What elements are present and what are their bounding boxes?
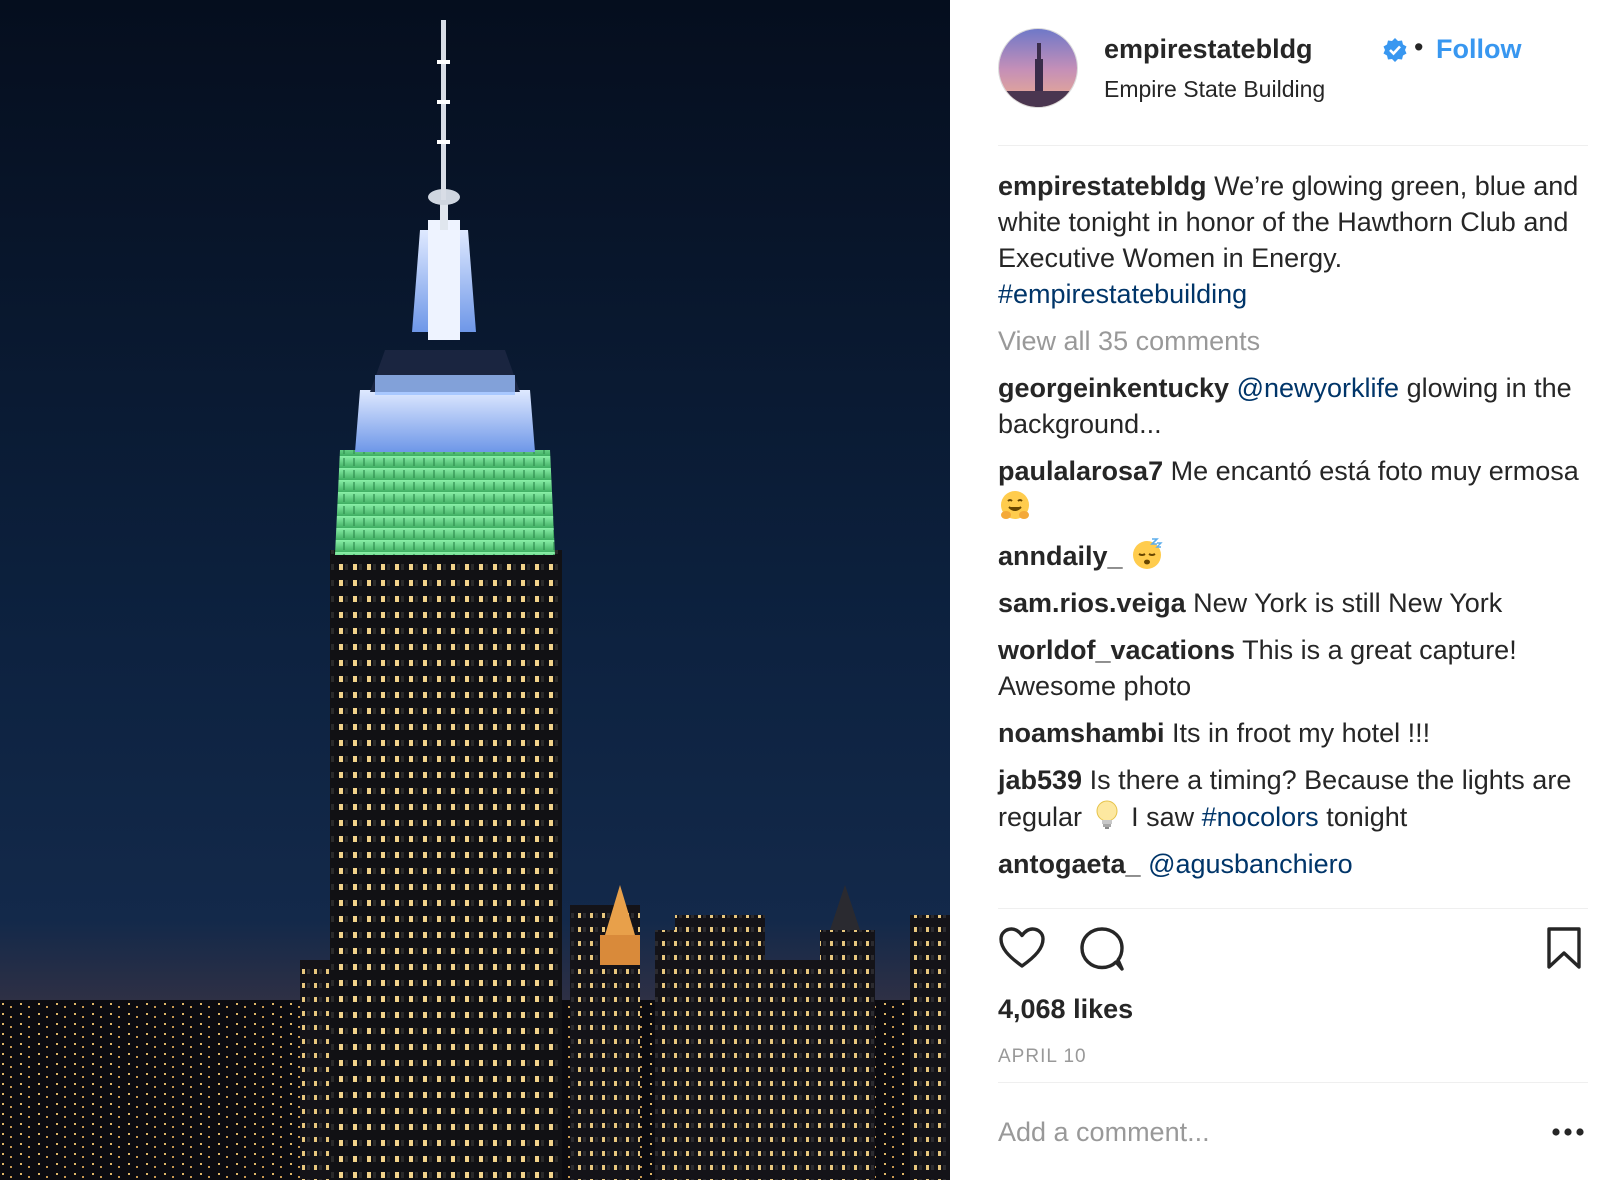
comment-username[interactable]: worldof_vacations <box>998 635 1235 665</box>
avatar[interactable] <box>998 28 1078 108</box>
comment-item: noamshambi Its in froot my hotel !!! <box>998 715 1580 751</box>
likes-count[interactable]: 4,068 likes <box>998 994 1133 1025</box>
comment-text: tonight <box>1318 802 1408 832</box>
divider <box>998 1082 1588 1083</box>
separator-dot: • <box>1414 32 1424 62</box>
divider <box>998 908 1588 909</box>
comment-username[interactable]: antogaeta_ <box>998 849 1141 879</box>
comment-text: I saw <box>1131 802 1202 832</box>
bookmark-icon[interactable] <box>1546 926 1582 970</box>
comment-item: worldof_vacations This is a great captur… <box>998 632 1580 704</box>
caption: empirestatebldg We’re glowing green, blu… <box>998 168 1580 312</box>
comment-text: Its in froot my hotel !!! <box>1164 718 1431 748</box>
verified-badge-icon <box>1383 38 1407 62</box>
caption-hashtag[interactable]: #empirestatebuilding <box>998 279 1247 309</box>
post-side-panel: empirestatebldg • Follow Empire State Bu… <box>950 0 1600 1180</box>
comment-text: New York is still New York <box>1185 588 1503 618</box>
comment-username[interactable]: sam.rios.veiga <box>998 588 1186 618</box>
hugging-face-emoji <box>1001 491 1029 519</box>
post-header: empirestatebldg • Follow Empire State Bu… <box>998 28 1588 146</box>
post-author-username[interactable]: empirestatebldg <box>1104 34 1313 65</box>
comment-item: anndaily_ <box>998 537 1580 574</box>
empire-state-building-image <box>0 0 950 1180</box>
sleeping-face-emoji <box>1133 538 1163 569</box>
avatar-image <box>999 29 1077 107</box>
comment-bubble-icon[interactable] <box>1078 926 1126 972</box>
comment-hashtag[interactable]: #nocolors <box>1202 802 1319 832</box>
post-date[interactable]: APRIL 10 <box>998 1046 1087 1068</box>
comment-text: Me encantó está foto muy ermosa <box>1163 456 1579 486</box>
comment-item: georgeinkentucky @newyorklife glowing in… <box>998 370 1580 442</box>
comment-item: antogaeta_ @agusbanchiero <box>998 846 1580 882</box>
comment-item: sam.rios.veiga New York is still New Yor… <box>998 585 1580 621</box>
action-bar <box>998 926 1588 976</box>
comment-item: paulalarosa7 Me encantó está foto muy er… <box>998 453 1580 526</box>
comment-mention[interactable]: @agusbanchiero <box>1148 849 1353 879</box>
comment-username[interactable]: georgeinkentucky <box>998 373 1229 403</box>
comments-list: empirestatebldg We’re glowing green, blu… <box>998 168 1580 893</box>
follow-button[interactable]: Follow <box>1436 34 1521 65</box>
more-options-icon[interactable] <box>1548 1124 1588 1140</box>
comment-username[interactable]: jab539 <box>998 765 1082 795</box>
comment-username[interactable]: paulalarosa7 <box>998 456 1163 486</box>
caption-username[interactable]: empirestatebldg <box>998 171 1207 201</box>
comment-username[interactable]: noamshambi <box>998 718 1165 748</box>
add-comment-input[interactable] <box>998 1110 1498 1154</box>
comment-mention[interactable]: @newyorklife <box>1237 373 1399 403</box>
light-bulb-emoji <box>1096 800 1118 829</box>
view-all-comments-link[interactable]: View all 35 comments <box>998 323 1580 359</box>
post-photo[interactable] <box>0 0 950 1180</box>
post-location[interactable]: Empire State Building <box>1104 76 1325 103</box>
comment-item: jab539 Is there a timing? Because the li… <box>998 762 1580 835</box>
heart-icon[interactable] <box>998 926 1046 970</box>
comment-username[interactable]: anndaily_ <box>998 541 1123 571</box>
